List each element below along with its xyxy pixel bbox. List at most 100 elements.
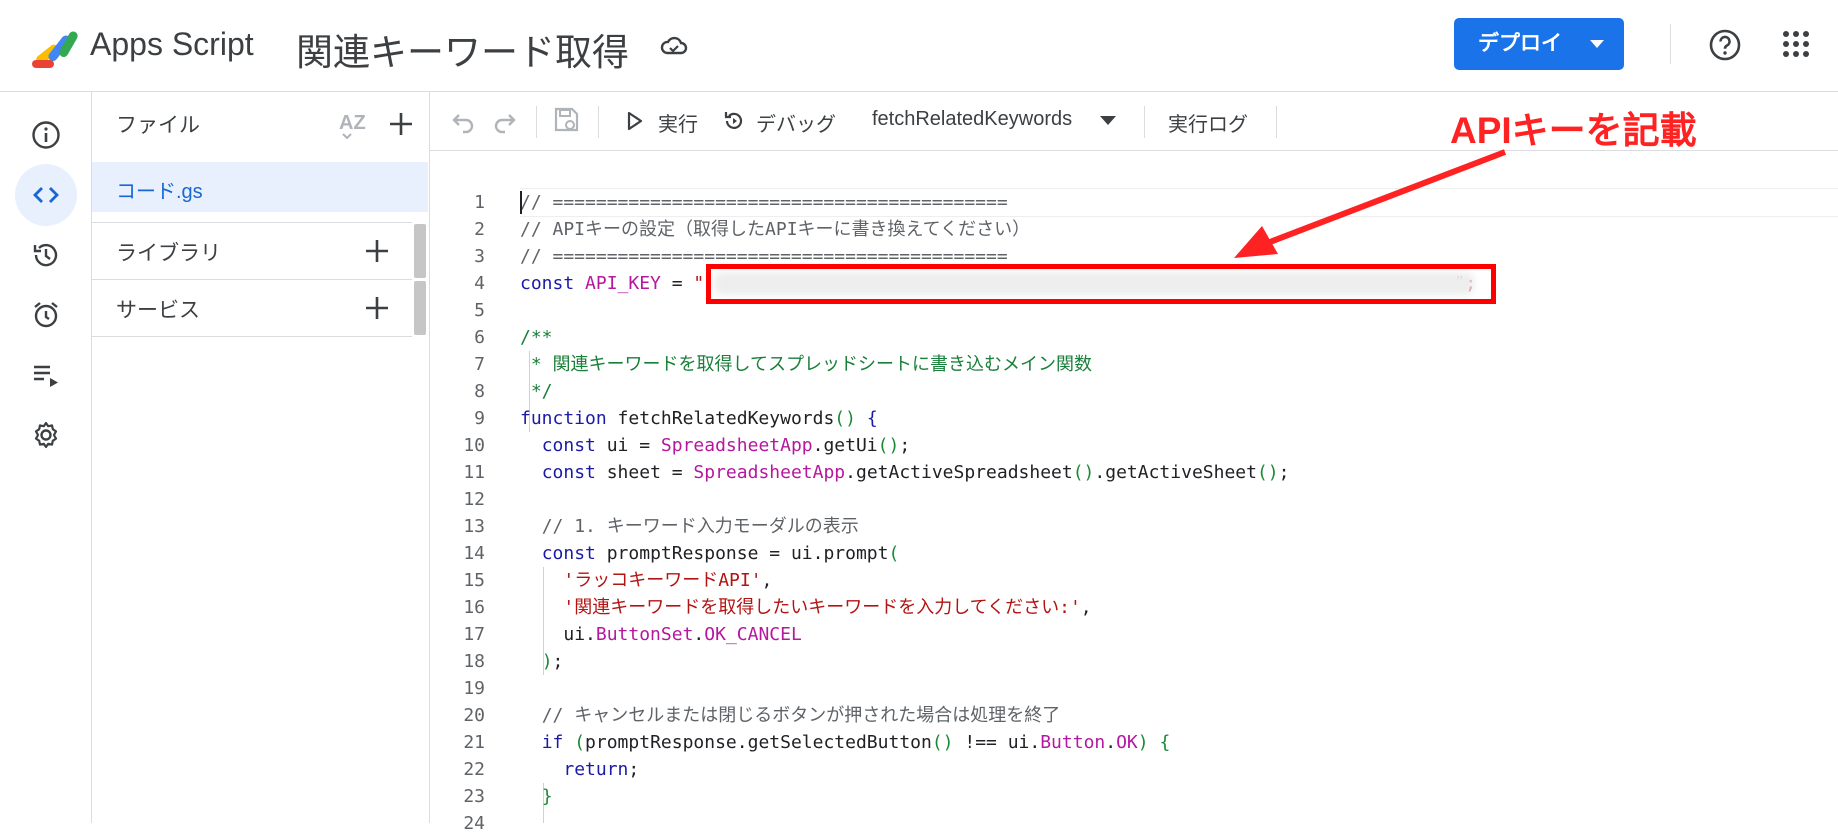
history-icon (33, 243, 58, 267)
add-service-icon[interactable] (364, 295, 390, 321)
files-panel: ファイル AZ コード.gs ライブラリ サービス (92, 92, 430, 823)
deploy-button[interactable]: デプロイ (1454, 18, 1624, 70)
execution-log-label: 実行ログ (1168, 114, 1248, 136)
code-token: 'ラッコキーワードAPI' (563, 570, 762, 591)
code-token: = (660, 273, 694, 294)
code-token: ) (1137, 732, 1149, 753)
code-token: '関連キーワードを取得したいキーワードを入力してください:' (563, 597, 1081, 618)
code-line: // =====================================… (520, 192, 1008, 213)
code-line: const ui = SpreadsheetApp.getUi(); (520, 432, 1476, 459)
google-apps-grid-icon[interactable] (1782, 30, 1810, 58)
play-icon (627, 111, 643, 131)
line-number: 18 (463, 651, 485, 672)
code-editor[interactable]: 1 2 3 4 5 6 7 8 9 10 11 12 13 14 15 16 1… (430, 151, 1838, 834)
function-selector-value: fetchRelatedKeywords (872, 108, 1073, 130)
app-name: Apps Script (90, 26, 254, 62)
code-line: */ (520, 381, 553, 402)
code-line: } (520, 783, 1476, 810)
line-number: 7 (474, 354, 485, 375)
add-library-icon[interactable] (364, 238, 390, 264)
code-token: OK (1116, 732, 1138, 753)
code-line: function fetchRelatedKeywords() { (520, 405, 1476, 432)
code-line: * 関連キーワードを取得してスプレッドシートに書き込むメイン関数 (520, 354, 1092, 375)
code-token: function (520, 408, 618, 429)
code-token: { (1148, 732, 1171, 753)
line-number: 24 (463, 813, 485, 834)
code-token: fetchRelatedKeywords (617, 408, 835, 429)
annotation-highlight-box (706, 264, 1496, 304)
sort-az-icon[interactable]: AZ (337, 109, 369, 139)
line-number: 13 (463, 516, 485, 537)
svg-text:AZ: AZ (339, 112, 366, 134)
rail-overview-button[interactable] (15, 104, 77, 166)
execution-log-button[interactable]: 実行ログ (1168, 108, 1248, 137)
line-number: 12 (463, 489, 485, 510)
libraries-scrollbar[interactable] (414, 224, 426, 278)
toolbar-divider (536, 106, 537, 138)
code-token: return (563, 759, 629, 780)
code-line: const promptResponse = ui.prompt( (520, 540, 1476, 567)
function-selector[interactable]: fetchRelatedKeywords (872, 108, 1116, 131)
debug-icon (724, 112, 743, 129)
services-label: サービス (116, 299, 200, 322)
rail-executions-button[interactable] (15, 344, 77, 406)
toolbar-divider (1144, 106, 1145, 138)
line-number: 19 (463, 678, 485, 699)
code-line: const sheet = SpreadsheetApp.getActiveSp… (520, 459, 1476, 486)
add-file-icon[interactable] (388, 111, 414, 137)
undo-icon[interactable] (450, 107, 478, 135)
rail-editor-button[interactable] (15, 164, 77, 226)
code-token: API_KEY (585, 273, 661, 294)
code-line: if (promptResponse.getSelectedButton() !… (520, 729, 1476, 756)
code-token: " (693, 273, 705, 294)
code-token: ( (888, 543, 900, 564)
toolbar-divider (598, 106, 599, 138)
code-token: const (541, 462, 607, 483)
line-number: 3 (474, 246, 485, 267)
services-scrollbar[interactable] (414, 281, 426, 335)
code-token: // キャンセルまたは閉じるボタンが押された場合は処理を終了 (541, 705, 1061, 726)
code-token: promptResponse.getSelectedButton (585, 732, 932, 753)
project-title[interactable]: 関連キーワード取得 (296, 22, 629, 76)
code-token: . (693, 624, 705, 645)
debug-label: デバッグ (756, 114, 836, 136)
cloud-saved-icon (660, 36, 688, 55)
run-label: 実行 (658, 114, 698, 136)
line-number: 17 (463, 624, 485, 645)
services-section[interactable]: サービス (92, 279, 412, 336)
line-number-gutter: 1 2 3 4 5 6 7 8 9 10 11 12 13 14 15 16 1… (430, 189, 485, 837)
code-token: .getActiveSpreadsheet (845, 462, 1073, 483)
text-cursor (520, 191, 522, 214)
code-token: ; (552, 651, 564, 672)
code-line: // APIキーの設定（取得したAPIキーに書き換えてください） (520, 219, 1031, 240)
rail-settings-button[interactable] (15, 404, 77, 466)
redo-icon[interactable] (490, 107, 518, 135)
code-token: () (834, 408, 856, 429)
code-token: } (541, 786, 553, 807)
line-number: 21 (463, 732, 485, 753)
code-brackets-icon (33, 187, 59, 203)
file-item-code-gs[interactable]: コード.gs (92, 162, 428, 212)
line-number: 23 (463, 786, 485, 807)
code-line: 'ラッコキーワードAPI', (520, 567, 1476, 594)
code-token: . (1105, 732, 1117, 753)
code-line: // キャンセルまたは閉じるボタンが押された場合は処理を終了 (520, 702, 1476, 729)
header-divider (1670, 24, 1671, 64)
line-number: 14 (463, 543, 485, 564)
caret-down-icon (1100, 116, 1116, 125)
line-number: 5 (474, 300, 485, 321)
libraries-section[interactable]: ライブラリ (92, 222, 412, 279)
help-icon[interactable] (1708, 28, 1742, 62)
rail-triggers-button[interactable] (15, 284, 77, 346)
line-number: 6 (474, 327, 485, 348)
save-icon[interactable] (552, 106, 580, 134)
file-item-label: コード.gs (116, 181, 203, 203)
code-token: { (855, 408, 878, 429)
caret-down-icon[interactable] (1590, 40, 1604, 48)
rail-history-button[interactable] (15, 224, 77, 286)
code-token: , (1080, 597, 1092, 618)
code-token: sheet = (606, 462, 694, 483)
alarm-clock-icon (34, 302, 58, 328)
